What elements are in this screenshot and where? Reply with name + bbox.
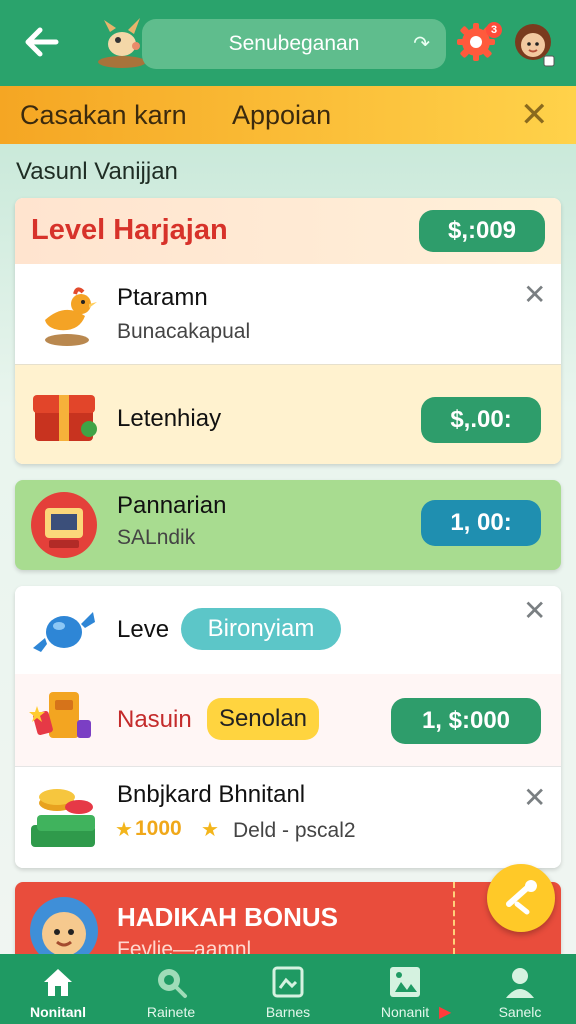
pannarian-card[interactable]: Pannarian SALndik 1, 00: xyxy=(15,480,561,570)
profile-icon xyxy=(506,968,534,998)
ticket-bundle-icon xyxy=(29,686,101,754)
candy-icon xyxy=(31,598,97,662)
nav-label: Sanelc xyxy=(498,1004,542,1020)
list-item[interactable]: Letenhiay $,.00: xyxy=(15,364,561,464)
level-title: Level Harjajan xyxy=(31,214,228,246)
promo-subtitle: Fevlie—aamnl xyxy=(117,938,252,954)
top-bar: Senubeganan ↷ 3 xyxy=(0,0,576,86)
star-icon: ★ xyxy=(201,819,219,841)
banner-text-left: Casakan karn xyxy=(20,100,187,130)
promo-title: HADIKAH BONUS xyxy=(117,902,338,932)
item-subtitle: Bunacakapual xyxy=(117,320,251,343)
notification-badge: 3 xyxy=(486,22,502,38)
close-icon[interactable]: ✕ xyxy=(523,594,546,627)
duck-toy-icon xyxy=(35,282,99,348)
search-text: Senubeganan xyxy=(228,32,360,55)
stars-value: 1000 xyxy=(135,817,182,840)
item-title: Ptaramn xyxy=(117,284,208,311)
nav-label: Nonitanl xyxy=(30,1004,86,1020)
item-amount-badge[interactable]: $,.00: xyxy=(421,397,541,443)
search-icon xyxy=(158,969,187,998)
close-icon[interactable]: ✕ xyxy=(520,95,549,135)
item-amount-badge[interactable]: 1, $:000 xyxy=(391,698,541,744)
item-title: Bnbjkard Bhnitanl xyxy=(117,781,306,808)
wand-icon xyxy=(506,880,537,915)
level-card-header: Level Harjajan $,:009 xyxy=(15,198,561,264)
close-icon[interactable]: ✕ xyxy=(523,781,546,814)
star-icon: ★ xyxy=(115,819,133,841)
image-icon xyxy=(272,966,304,998)
search-field[interactable]: Senubeganan ↷ xyxy=(142,19,446,69)
nav-item-profile[interactable]: Sanelc xyxy=(470,954,570,1024)
close-icon[interactable]: ✕ xyxy=(523,278,546,311)
home-icon xyxy=(44,969,72,996)
user-avatar[interactable] xyxy=(508,20,558,70)
level-amount-badge[interactable]: $,:009 xyxy=(419,210,545,252)
bottom-navigation: Nonitanl Rainete Barnes Nonanit ▶ Sanelc xyxy=(0,954,576,1024)
nav-item-search[interactable]: Rainete xyxy=(121,954,221,1024)
list-item[interactable]: Bnbjkard Bhnitanl ★ 1000 ★ Deld - pscal2… xyxy=(15,766,561,868)
banner-text-right: Appoian xyxy=(232,100,332,130)
bonus-promo-card[interactable]: HADIKAH BONUS Fevlie—aamnl xyxy=(15,882,561,954)
floating-action-button[interactable] xyxy=(487,864,555,932)
card-amount-badge[interactable]: 1, 00: xyxy=(421,500,541,546)
nav-label: Rainete xyxy=(146,1004,196,1020)
item-title: Leve xyxy=(117,616,170,643)
back-arrow-icon[interactable] xyxy=(22,22,66,66)
nav-item-gallery[interactable]: Nonanit ▶ xyxy=(355,954,455,1024)
item-tag[interactable]: Senolan xyxy=(207,698,319,740)
nav-item-games[interactable]: Barnes xyxy=(238,954,338,1024)
card-subtitle: SALndik xyxy=(117,526,196,549)
level-card: Level Harjajan $,:009 Ptaramn Bunacakapu… xyxy=(15,198,561,464)
card-title: Pannarian xyxy=(117,492,227,519)
gallery-icon xyxy=(390,967,420,997)
play-icon: ▶ xyxy=(439,1004,452,1021)
item-tag[interactable]: Bironyiam xyxy=(181,608,341,650)
divider xyxy=(453,882,455,954)
section-title: Vasunl Vanijjan xyxy=(16,158,178,185)
rewards-card: Leve Bironyiam ✕ Nasuin Senolan 1, $:000 xyxy=(15,586,561,868)
refresh-icon[interactable]: ↷ xyxy=(413,31,430,56)
gift-chest-icon xyxy=(31,385,101,447)
item-title: Nasuin xyxy=(117,706,192,733)
item-subtitle: Deld - pscal2 xyxy=(233,819,356,842)
list-item[interactable]: Ptaramn Bunacakapual ✕ xyxy=(15,264,561,364)
nav-item-home[interactable]: Nonitanl xyxy=(8,954,108,1024)
list-item[interactable]: Nasuin Senolan 1, $:000 xyxy=(15,674,561,766)
character-avatar-icon xyxy=(27,894,101,954)
nav-label: Barnes xyxy=(265,1004,311,1020)
list-item[interactable]: Leve Bironyiam ✕ xyxy=(15,586,561,674)
item-title: Letenhiay xyxy=(117,405,222,432)
slot-machine-icon xyxy=(29,490,99,560)
money-stack-icon xyxy=(27,779,103,857)
promo-banner[interactable]: Casakan karn Appoian ✕ xyxy=(0,86,576,144)
